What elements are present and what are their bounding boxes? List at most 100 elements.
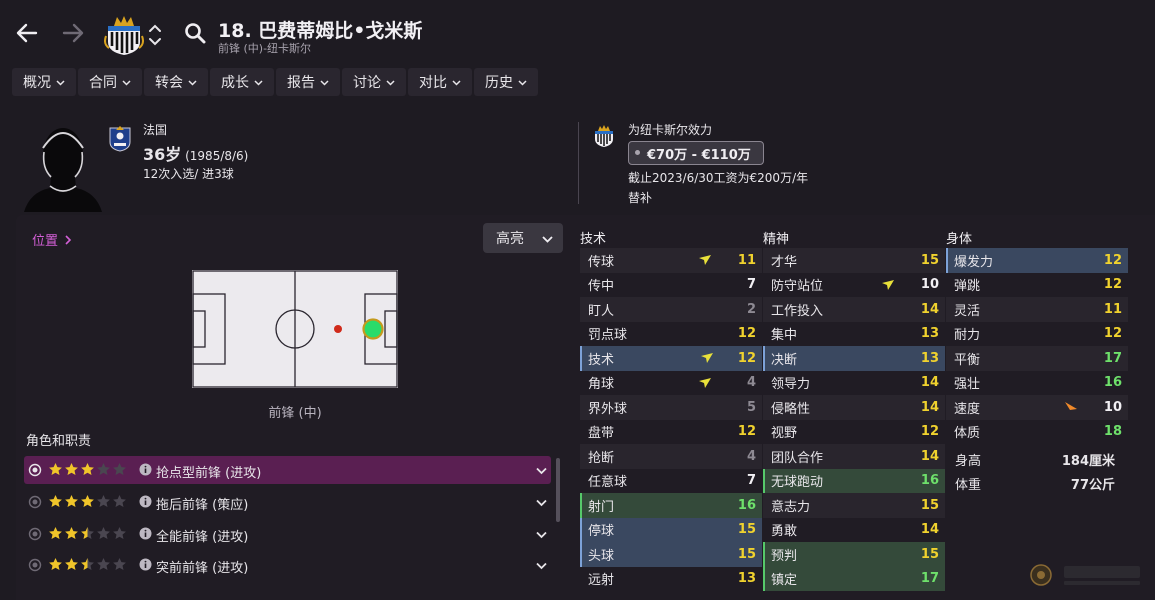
star-icon — [97, 495, 110, 507]
star-icon — [65, 527, 78, 539]
contract-text: 截止2023/6/30工资为€200万/年 — [628, 171, 809, 185]
attribute-value: 15 — [737, 546, 756, 562]
role-row[interactable]: 突前前锋 (进攻) — [24, 551, 551, 579]
attribute-name: 平衡 — [954, 352, 981, 368]
attribute-row[interactable]: 弹跳 12 — [946, 273, 1128, 298]
attribute-name: 罚点球 — [588, 328, 628, 344]
profile-divider — [578, 122, 579, 204]
menu-label: 对比 — [419, 75, 447, 91]
attribute-row[interactable]: 盯人 2 — [580, 297, 762, 322]
back-arrow-icon[interactable] — [14, 20, 40, 46]
attribute-row[interactable]: 无球跑动 16 — [763, 468, 945, 493]
attribute-value: 10 — [1103, 399, 1122, 415]
forward-arrow-icon[interactable] — [60, 20, 86, 46]
player-switcher-icon[interactable] — [148, 22, 162, 48]
attribute-row[interactable]: 预判 15 — [763, 542, 945, 567]
attribute-row[interactable]: 才华 15 — [763, 248, 945, 273]
attribute-row[interactable]: 抢断 4 — [580, 444, 762, 469]
role-row[interactable]: 全能前锋 (进攻) — [24, 520, 551, 548]
attribute-row[interactable]: 灵活 11 — [946, 297, 1128, 322]
attribute-row[interactable]: 速度 10 — [946, 395, 1128, 420]
attribute-row[interactable]: 技术 12 — [580, 346, 762, 371]
attribute-value: 7 — [746, 277, 756, 293]
transfer-value-badge[interactable]: €70万 - €110万 — [628, 141, 764, 165]
attribute-row[interactable]: 传中 7 — [580, 273, 762, 298]
chevron-down-icon — [254, 79, 263, 86]
attribute-row[interactable]: 头球 15 — [580, 542, 762, 567]
player-portrait — [24, 122, 102, 212]
attribute-row[interactable]: 决断 13 — [763, 346, 945, 371]
attribute-row[interactable]: 角球 4 — [580, 371, 762, 396]
attribute-row[interactable]: 平衡 17 — [946, 346, 1128, 371]
position-link[interactable]: 位置 — [32, 230, 72, 249]
attribute-row[interactable]: 团队合作 14 — [763, 444, 945, 469]
attribute-row[interactable]: 视野 12 — [763, 420, 945, 445]
menu-label: 合同 — [89, 75, 117, 91]
menu-contract[interactable]: 合同 — [78, 68, 142, 96]
attribute-row[interactable]: 界外球 5 — [580, 395, 762, 420]
attribute-row[interactable]: 传球 11 — [580, 248, 762, 273]
menu-discuss[interactable]: 讨论 — [342, 68, 406, 96]
attribute-row[interactable]: 强壮 16 — [946, 371, 1128, 396]
national-team-crest-icon[interactable] — [108, 124, 132, 152]
menu-label: 概况 — [23, 75, 51, 91]
attribute-row[interactable]: 射门 16 — [580, 493, 762, 518]
chevron-down-icon[interactable] — [536, 560, 547, 571]
info-icon[interactable] — [139, 495, 152, 508]
menu-history[interactable]: 历史 — [474, 68, 538, 96]
chevron-down-icon — [452, 79, 461, 86]
trend-up-icon — [701, 353, 713, 363]
info-icon[interactable] — [139, 527, 152, 540]
attribute-row[interactable]: 勇敢 14 — [763, 518, 945, 543]
attribute-value: 2 — [746, 301, 756, 317]
role-row[interactable]: 拖后前锋 (策应) — [24, 488, 551, 516]
attribute-row[interactable]: 体质 18 — [946, 420, 1128, 445]
attribute-name: 抢断 — [588, 450, 615, 466]
attribute-row[interactable]: 罚点球 12 — [580, 322, 762, 347]
radio-icon[interactable] — [28, 527, 42, 541]
attribute-row[interactable]: 盘带 12 — [580, 420, 762, 445]
roles-scrollbar[interactable] — [556, 458, 560, 522]
club-crest-icon[interactable] — [104, 14, 144, 56]
club-crest-small-icon[interactable] — [593, 124, 615, 148]
attribute-value: 15 — [737, 522, 756, 538]
attribute-row[interactable]: 镇定 17 — [763, 566, 945, 591]
radio-icon[interactable] — [28, 558, 42, 572]
info-icon[interactable] — [139, 463, 152, 476]
menu-overview[interactable]: 概况 — [12, 68, 76, 96]
role-name: 抢点型前锋 (进攻) — [156, 466, 262, 481]
attribute-row[interactable]: 防守站位 10 — [763, 273, 945, 298]
attribute-name: 射门 — [588, 499, 615, 515]
international-caps: 12次入选/ 进3球 — [143, 167, 234, 181]
attribute-row[interactable]: 停球 15 — [580, 517, 762, 542]
attribute-row[interactable]: 领导力 14 — [763, 371, 945, 396]
role-row[interactable]: 抢点型前锋 (进攻) — [24, 456, 551, 484]
radio-icon[interactable] — [28, 463, 42, 477]
attribute-row[interactable]: 远射 13 — [580, 567, 762, 592]
attribute-row[interactable]: 意志力 15 — [763, 493, 945, 518]
info-icon[interactable] — [139, 558, 152, 571]
highlight-dropdown[interactable]: 高亮 — [483, 223, 563, 253]
chevron-down-icon[interactable] — [536, 465, 547, 476]
menu-development[interactable]: 成长 — [210, 68, 274, 96]
attribute-row[interactable]: 耐力 12 — [946, 322, 1128, 347]
search-icon[interactable] — [184, 22, 206, 44]
menu-compare[interactable]: 对比 — [408, 68, 472, 96]
attribute-name: 集中 — [771, 328, 798, 344]
attribute-row[interactable]: 工作投入 14 — [763, 297, 945, 322]
attribute-row[interactable]: 集中 13 — [763, 322, 945, 347]
attribute-value: 15 — [920, 546, 939, 562]
chevron-down-icon[interactable] — [536, 529, 547, 540]
attribute-name: 决断 — [771, 352, 798, 368]
attribute-row[interactable]: 侵略性 14 — [763, 395, 945, 420]
chevron-down-icon[interactable] — [536, 497, 547, 508]
attribute-name: 体质 — [954, 426, 981, 442]
role-rating — [48, 526, 127, 542]
menu-label: 历史 — [485, 75, 513, 91]
radio-icon[interactable] — [28, 495, 42, 509]
menu-reports[interactable]: 报告 — [276, 68, 340, 96]
attribute-row[interactable]: 爆发力 12 — [946, 248, 1128, 273]
attribute-row[interactable]: 任意球 7 — [580, 469, 762, 494]
attribute-name: 工作投入 — [771, 303, 824, 319]
menu-transfer[interactable]: 转会 — [144, 68, 208, 96]
